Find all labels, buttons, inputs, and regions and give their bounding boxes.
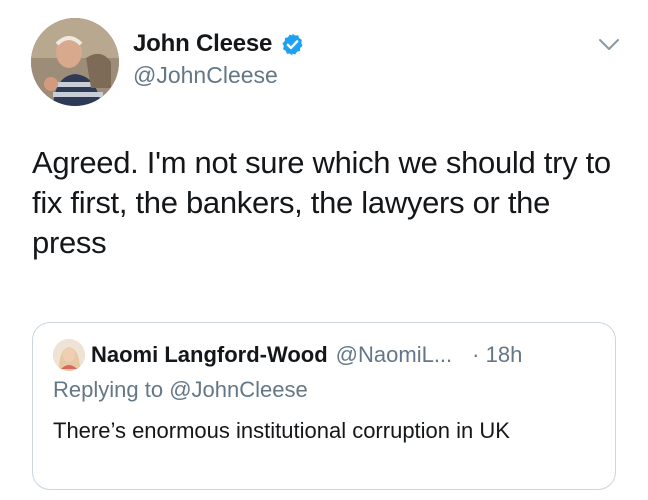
replying-to-mention[interactable]: @JohnCleese — [169, 377, 308, 402]
quoted-tweet-text: There’s enormous institutional corruptio… — [53, 418, 510, 443]
verified-badge-icon — [282, 33, 303, 55]
replying-to-label: Replying to — [53, 377, 164, 402]
quoted-tweet-header: Naomi Langford-Wood @NaomiL... · 18h — [53, 339, 522, 371]
quoted-author-name[interactable]: Naomi Langford-Wood — [91, 342, 328, 368]
quoted-author-avatar — [53, 339, 85, 371]
author-avatar[interactable] — [31, 18, 119, 106]
quoted-author-handle[interactable]: @NaomiL... — [336, 342, 452, 368]
quoted-tweet-time[interactable]: · 18h — [472, 342, 522, 368]
replying-to-line: Replying to @JohnCleese — [53, 377, 308, 403]
tweet-text: Agreed. I'm not sure which we should try… — [32, 145, 611, 260]
author-handle[interactable]: @JohnCleese — [133, 62, 278, 89]
author-name-row: John Cleese — [133, 30, 305, 58]
quoted-avatar-photo — [53, 339, 85, 371]
author-name[interactable]: John Cleese — [133, 30, 272, 58]
avatar-photo — [31, 18, 119, 106]
quoted-tweet-card[interactable]: Naomi Langford-Wood @NaomiL... · 18h Rep… — [32, 322, 616, 490]
chevron-down-icon[interactable] — [597, 37, 621, 53]
